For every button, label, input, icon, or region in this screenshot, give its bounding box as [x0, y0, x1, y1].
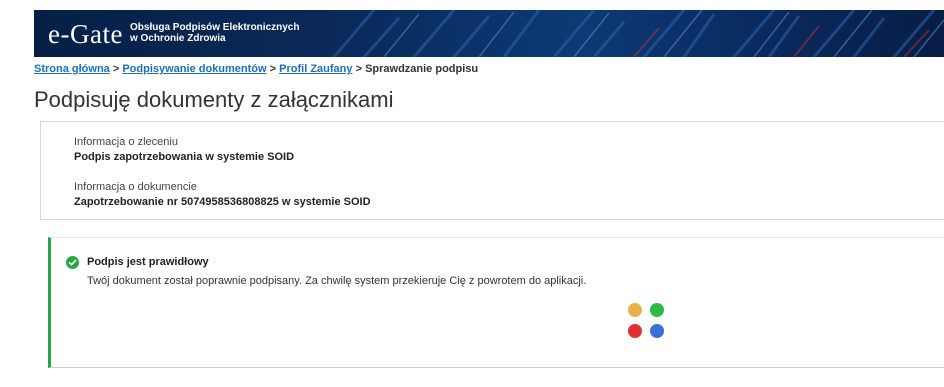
breadcrumb-separator: >: [355, 63, 362, 75]
loading-dots-icon: [628, 303, 668, 343]
check-circle-icon: [66, 256, 79, 269]
breadcrumb-separator: >: [269, 63, 277, 75]
breadcrumb-separator: >: [112, 63, 120, 75]
breadcrumb-link-trusted-profile[interactable]: Profil Zaufany: [279, 63, 352, 75]
signature-status-panel: Podpis jest prawidłowy Twój dokument zos…: [48, 237, 944, 368]
order-info-value: Podpis zapotrzebowania w systemie SOID: [74, 151, 295, 163]
app-subtitle-line1: Obsługa Podpisów Elektronicznych: [130, 22, 300, 33]
breadcrumb: Strona główna > Podpisywanie dokumentów …: [34, 63, 478, 75]
loader-dot: [628, 303, 642, 317]
app-subtitle: Obsługa Podpisów Elektronicznych w Ochro…: [130, 22, 299, 44]
breadcrumb-current: Sprawdzanie podpisu: [365, 63, 479, 75]
breadcrumb-link-signing[interactable]: Podpisywanie dokumentów: [122, 63, 266, 75]
info-panel: Informacja o zleceniu Podpis zapotrzebow…: [40, 121, 944, 220]
page-title: Podpisuję dokumenty z załącznikami: [34, 87, 394, 112]
loader-dot: [650, 324, 664, 338]
order-info-label: Informacja o zleceniu: [74, 136, 178, 148]
breadcrumb-link-home[interactable]: Strona główna: [34, 63, 110, 75]
loader-dot: [650, 303, 664, 317]
status-message: Twój dokument został poprawnie podpisany…: [87, 275, 587, 287]
document-info-value: Zapotrzebowanie nr 5074958536808825 w sy…: [74, 196, 371, 208]
loader-dot: [628, 324, 642, 338]
app-logo[interactable]: e-Gate: [48, 19, 123, 49]
status-title: Podpis jest prawidłowy: [87, 256, 209, 268]
app-subtitle-line2: w Ochronie Zdrowia: [130, 33, 226, 44]
document-info-label: Informacja o dokumencie: [74, 181, 197, 193]
app-header: e-Gate Obsługa Podpisów Elektronicznych …: [34, 10, 944, 57]
